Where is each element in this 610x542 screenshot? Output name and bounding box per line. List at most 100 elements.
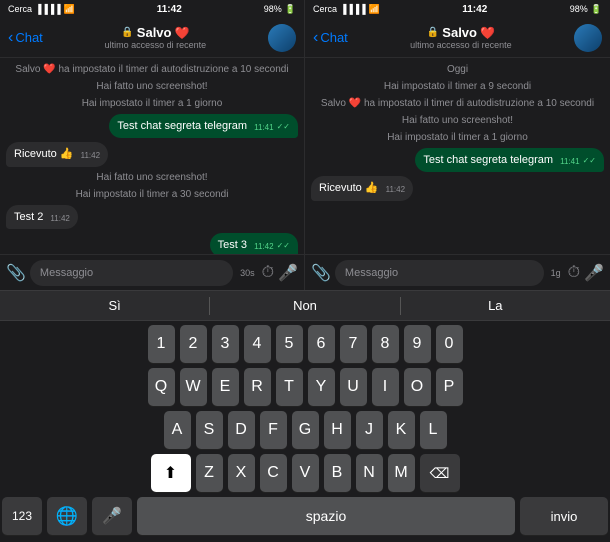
mic-icon-left[interactable]: 🎤 xyxy=(278,263,298,283)
key-x[interactable]: X xyxy=(228,454,255,492)
ac-word-2[interactable]: Non xyxy=(210,298,399,313)
avatar-img-left xyxy=(268,24,296,52)
key-q[interactable]: Q xyxy=(148,368,175,406)
status-left-right: Cerca ▐▐▐▐ 📶 xyxy=(313,4,380,15)
attach-icon-right[interactable]: 📎 xyxy=(311,263,331,283)
key-k[interactable]: K xyxy=(388,411,415,449)
time-left: 11:42 xyxy=(157,4,182,15)
avatar-left[interactable] xyxy=(268,24,296,52)
chat-header-right: ‹ Chat 🔒 Salvo ❤️ ultimo accesso di rece… xyxy=(305,18,610,58)
key-g[interactable]: G xyxy=(292,411,319,449)
key-1[interactable]: 1 xyxy=(148,325,175,363)
key-4[interactable]: 4 xyxy=(244,325,271,363)
back-label-right: Chat xyxy=(320,30,347,45)
battery-shape-right: 🔋 xyxy=(591,4,602,15)
key-c[interactable]: C xyxy=(260,454,287,492)
mic-icon-right[interactable]: 🎤 xyxy=(584,263,604,283)
key-m[interactable]: M xyxy=(388,454,415,492)
messages-left: Salvo ❤️ ha impostato il timer di autodi… xyxy=(0,58,304,254)
input-placeholder-left: Messaggio xyxy=(40,267,93,279)
timer-icon-right[interactable]: ⏱ xyxy=(568,264,580,282)
key-9[interactable]: 9 xyxy=(404,325,431,363)
shift-key[interactable]: ⬆ xyxy=(151,454,191,492)
msg-row-in2: Test 2 11:42 xyxy=(6,205,298,229)
key-t[interactable]: T xyxy=(276,368,303,406)
key-z[interactable]: Z xyxy=(196,454,223,492)
key-h[interactable]: H xyxy=(324,411,351,449)
bubble-text-in-r1: Ricevuto 👍 xyxy=(319,182,379,194)
timer-label-left: 30s xyxy=(240,268,255,278)
key-l[interactable]: L xyxy=(420,411,447,449)
mic-key[interactable]: 🎤 xyxy=(92,497,132,535)
key-n[interactable]: N xyxy=(356,454,383,492)
time-out1: 11:41 xyxy=(254,123,273,132)
key-7[interactable]: 7 xyxy=(340,325,367,363)
bubble-text-in1: Ricevuto 👍 xyxy=(14,148,74,160)
zxcv-row: ⬆ Z X C V B N M ⌫ xyxy=(2,454,608,492)
invio-key[interactable]: invio xyxy=(520,497,608,535)
battery-pct-right: 98% xyxy=(570,4,588,14)
msg-row-in1: Ricevuto 👍 11:42 xyxy=(6,142,298,166)
signal-icon-right: ▐▐▐▐ xyxy=(340,4,366,14)
ac-word-3[interactable]: La xyxy=(401,298,590,313)
contact-name-left: 🔒 Salvo ❤️ xyxy=(43,25,268,40)
lock-icon-right: 🔒 xyxy=(427,27,439,38)
sys-msg-1: Salvo ❤️ ha impostato il timer di autodi… xyxy=(6,62,298,77)
bubble-in-r1: Ricevuto 👍 11:42 xyxy=(311,176,413,200)
cerca-label-right: Cerca xyxy=(313,4,337,14)
wifi-icon-right: 📶 xyxy=(369,4,380,15)
globe-key[interactable]: 🌐 xyxy=(47,497,87,535)
key-u[interactable]: U xyxy=(340,368,367,406)
timer-icon-left[interactable]: ⏱ xyxy=(262,264,274,282)
back-button-right[interactable]: ‹ Chat xyxy=(313,30,348,46)
key-i[interactable]: I xyxy=(372,368,399,406)
autocomplete-bar: Sì Non La xyxy=(0,291,610,321)
battery-shape-left: 🔋 xyxy=(285,4,296,15)
delete-key[interactable]: ⌫ xyxy=(420,454,460,492)
key-3[interactable]: 3 xyxy=(212,325,239,363)
key-b[interactable]: B xyxy=(324,454,351,492)
bubble-in1: Ricevuto 👍 11:42 xyxy=(6,142,108,166)
key-p[interactable]: P xyxy=(436,368,463,406)
bubble-text-out1: Test chat segreta telegram xyxy=(117,120,247,132)
123-key[interactable]: 123 xyxy=(2,497,42,535)
key-f[interactable]: F xyxy=(260,411,287,449)
key-o[interactable]: O xyxy=(404,368,431,406)
key-j[interactable]: J xyxy=(356,411,383,449)
checks-out-r1: ✓✓ xyxy=(583,156,596,165)
keyboard-rows: 1 2 3 4 5 6 7 8 9 0 Q W E R T Y U I O P … xyxy=(0,321,610,542)
key-5[interactable]: 5 xyxy=(276,325,303,363)
bubble-out-r1: Test chat segreta telegram 11:41 ✓✓ xyxy=(415,148,604,172)
key-e[interactable]: E xyxy=(212,368,239,406)
key-v[interactable]: V xyxy=(292,454,319,492)
key-r[interactable]: R xyxy=(244,368,271,406)
avatar-right[interactable] xyxy=(574,24,602,52)
lock-icon-left: 🔒 xyxy=(121,27,133,38)
key-8[interactable]: 8 xyxy=(372,325,399,363)
attach-icon-left[interactable]: 📎 xyxy=(6,263,26,283)
signal-icon-left: ▐▐▐▐ xyxy=(35,4,61,14)
key-w[interactable]: W xyxy=(180,368,207,406)
message-input-right[interactable]: Messaggio xyxy=(335,260,544,286)
key-s[interactable]: S xyxy=(196,411,223,449)
status-left-left: Cerca ▐▐▐▐ 📶 xyxy=(8,4,75,15)
back-button-left[interactable]: ‹ Chat xyxy=(8,30,43,46)
space-key[interactable]: spazio xyxy=(137,497,515,535)
status-right-left: 98% 🔋 xyxy=(264,4,296,15)
timer-label-right: 1g xyxy=(551,268,561,278)
key-d[interactable]: D xyxy=(228,411,255,449)
sys-msg-r3: Salvo ❤️ ha impostato il timer di autodi… xyxy=(311,96,604,111)
cerca-label-left: Cerca xyxy=(8,4,32,14)
key-0[interactable]: 0 xyxy=(436,325,463,363)
avatar-img-right xyxy=(574,24,602,52)
key-a[interactable]: A xyxy=(164,411,191,449)
key-y[interactable]: Y xyxy=(308,368,335,406)
sys-msg-5: Hai impostato il timer a 30 secondi xyxy=(6,187,298,202)
ac-word-1[interactable]: Sì xyxy=(20,298,209,313)
msg-row-out-r1: Test chat segreta telegram 11:41 ✓✓ xyxy=(311,148,604,172)
msg-row-out1: Test chat segreta telegram 11:41 ✓✓ xyxy=(6,114,298,138)
key-2[interactable]: 2 xyxy=(180,325,207,363)
key-6[interactable]: 6 xyxy=(308,325,335,363)
last-seen-left: ultimo accesso di recente xyxy=(43,40,268,50)
message-input-left[interactable]: Messaggio xyxy=(30,260,233,286)
